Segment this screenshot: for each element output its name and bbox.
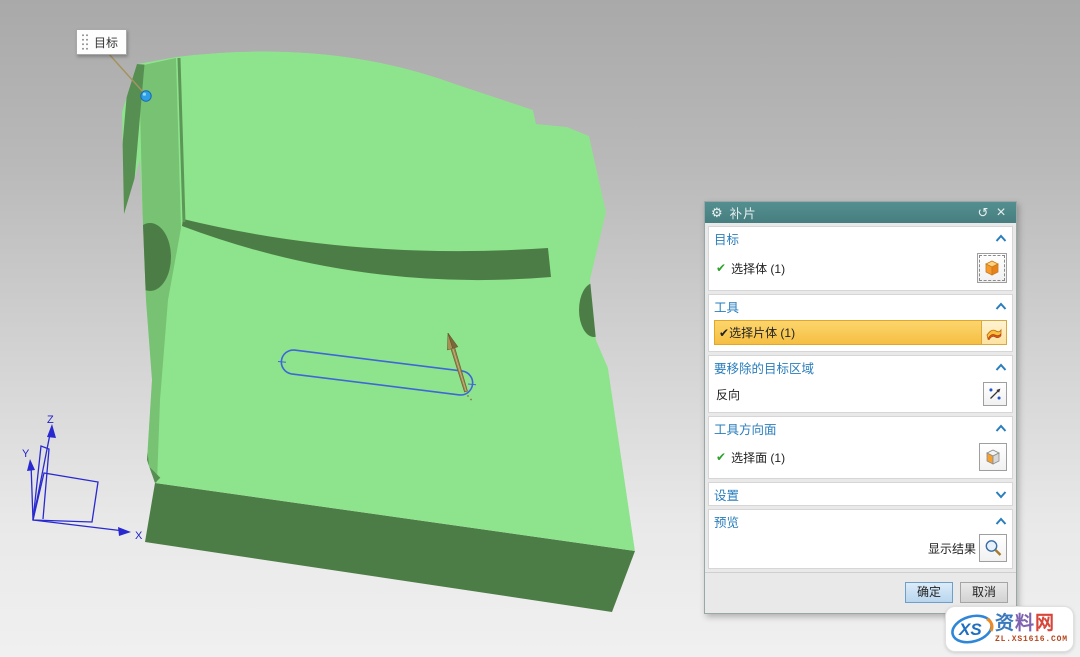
wcs-triad: Z Y X — [22, 414, 143, 542]
show-result-label: 显示结果 — [928, 540, 976, 557]
reverse-direction-icon — [986, 385, 1004, 403]
section-tool-header[interactable]: 工具 — [714, 295, 1007, 317]
section-title: 设置 — [714, 485, 995, 504]
select-body-label[interactable]: 选择体 (1) — [731, 260, 977, 277]
section-title: 要移除的目标区域 — [714, 358, 995, 377]
section-direction-header[interactable]: 工具方向面 — [714, 417, 1007, 439]
chevron-up-icon[interactable] — [995, 302, 1007, 311]
check-icon: ✔ — [719, 326, 729, 340]
axis-label-y: Y — [22, 448, 30, 460]
model-right-notch — [579, 283, 609, 337]
section-region-header[interactable]: 要移除的目标区域 — [714, 356, 1007, 378]
section-title: 目标 — [714, 229, 995, 248]
axis-label-z: Z — [47, 414, 54, 426]
patch-dialog: ⚙ 补片 ↺ × 目标 ✔ 选择体 (1) — [704, 201, 1017, 614]
reverse-direction-button[interactable] — [983, 382, 1007, 406]
magnifier-icon — [983, 538, 1003, 558]
show-result-button[interactable] — [979, 534, 1007, 562]
select-face-label[interactable]: 选择面 (1) — [731, 449, 979, 466]
chevron-up-icon[interactable] — [995, 363, 1007, 372]
select-body-button[interactable] — [977, 253, 1007, 283]
sheet-body-icon — [984, 323, 1004, 343]
tooltip-label: 目标 — [94, 34, 118, 51]
solid-body-cube-icon — [982, 258, 1002, 278]
reset-button[interactable]: ↺ — [974, 205, 992, 221]
section-target-header[interactable]: 目标 — [714, 227, 1007, 249]
chevron-down-icon[interactable] — [995, 490, 1007, 499]
model-left-notch — [129, 223, 171, 291]
check-icon: ✔ — [716, 450, 726, 464]
section-title: 工具方向面 — [714, 419, 995, 438]
model-body[interactable] — [122, 51, 635, 551]
section-target: 目标 ✔ 选择体 (1) — [708, 226, 1013, 291]
watermark-site-url: ZL.XS1616.COM — [995, 636, 1068, 644]
close-button[interactable]: × — [992, 204, 1010, 222]
select-sheet-label: 选择片体 (1) — [729, 324, 795, 341]
chevron-up-icon[interactable] — [995, 424, 1007, 433]
select-sheet-button[interactable] — [981, 320, 1007, 345]
app-window: { "annotation": { "label": "目标" }, "dial… — [0, 0, 1080, 657]
cancel-button[interactable]: 取消 — [960, 582, 1008, 603]
ok-button[interactable]: 确定 — [905, 582, 953, 603]
face-cube-icon — [983, 447, 1003, 467]
dialog-titlebar[interactable]: ⚙ 补片 ↺ × — [705, 202, 1016, 223]
section-region-to-remove: 要移除的目标区域 反向 — [708, 355, 1013, 413]
section-preview-header[interactable]: 预览 — [714, 510, 1007, 532]
select-sheet-active-field[interactable]: ✔ 选择片体 (1) — [714, 320, 981, 345]
chevron-up-icon[interactable] — [995, 234, 1007, 243]
section-settings: 设置 — [708, 482, 1013, 506]
select-face-button[interactable] — [979, 443, 1007, 471]
section-title: 预览 — [714, 512, 995, 531]
section-settings-header[interactable]: 设置 — [714, 483, 1007, 505]
section-tool-direction-face: 工具方向面 ✔ 选择面 (1) — [708, 416, 1013, 479]
axis-label-x: X — [135, 530, 143, 542]
dialog-title: 补片 — [730, 203, 974, 222]
section-tool: 工具 ✔ 选择片体 (1) — [708, 294, 1013, 352]
check-icon: ✔ — [716, 261, 726, 275]
target-annotation-tooltip[interactable]: 目标 — [76, 29, 127, 55]
xs-logo-text: XS — [958, 620, 982, 639]
watermark-badge: XS 资料网 ZL.XS1616.COM — [945, 606, 1074, 652]
reverse-label: 反向 — [716, 386, 983, 403]
gear-icon: ⚙ — [711, 206, 723, 219]
section-title: 工具 — [714, 297, 995, 316]
xs-logo-icon: XS — [949, 609, 995, 649]
chevron-up-icon[interactable] — [995, 517, 1007, 526]
watermark-site-name: 资料网 — [995, 614, 1055, 633]
section-preview: 预览 显示结果 — [708, 509, 1013, 569]
tooltip-drag-grip-icon[interactable] — [81, 33, 89, 51]
